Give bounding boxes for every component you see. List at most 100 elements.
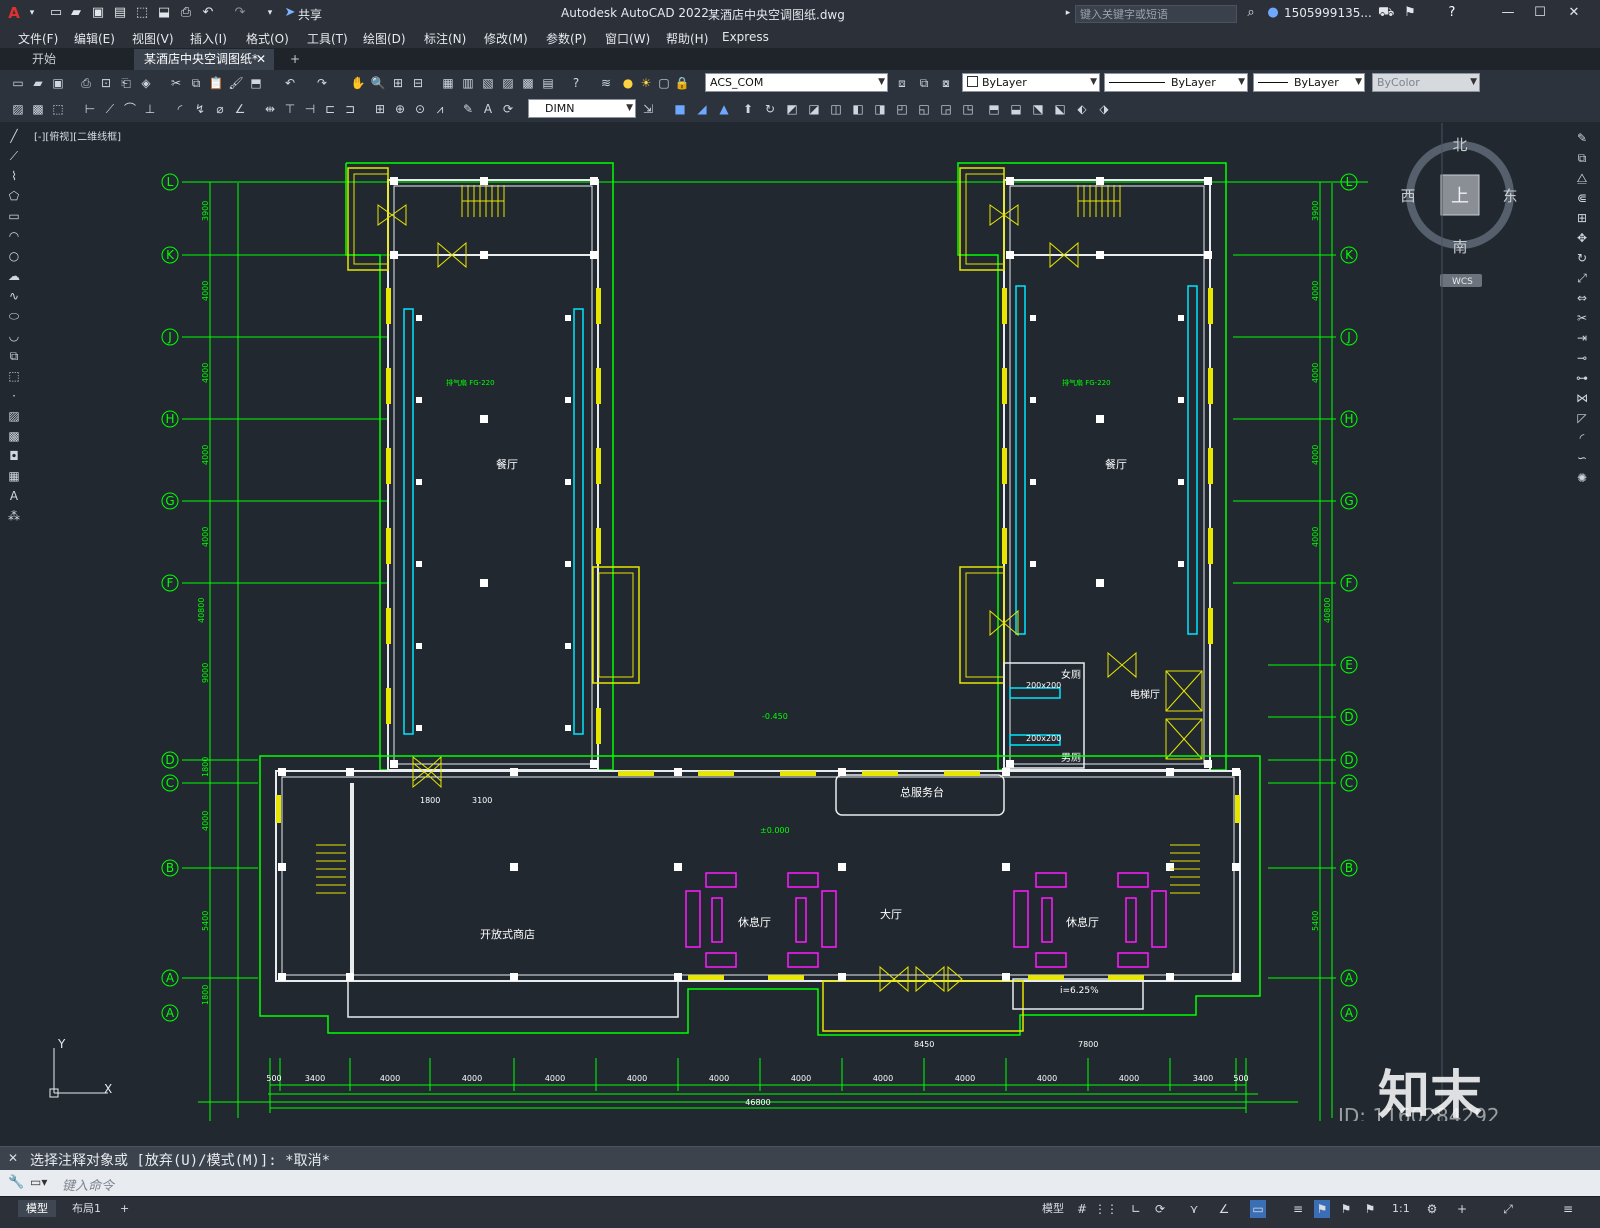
polygon-icon[interactable]: ⬠ (6, 188, 22, 204)
make-block-icon[interactable]: ⬚ (6, 368, 22, 384)
menu-item[interactable]: 修改(M) (484, 30, 528, 47)
matchprop-icon[interactable]: 🖌 (228, 75, 244, 91)
save-icon[interactable]: ▣ (90, 5, 106, 21)
rotate-icon[interactable]: ↻ (1574, 250, 1590, 266)
tab-model[interactable]: 模型 (18, 1200, 56, 1217)
zoom-window-icon[interactable]: ⊞ (390, 75, 406, 91)
fullscreen-icon[interactable]: ⤢ (1500, 1200, 1516, 1218)
customize-icon[interactable]: ≡ (1560, 1200, 1576, 1218)
trim-icon[interactable]: ✂ (1574, 310, 1590, 326)
menu-item[interactable]: 窗口(W) (605, 30, 650, 47)
menu-item[interactable]: 绘图(D) (363, 30, 406, 47)
command-line[interactable]: 🔧 ▭▾ 键入命令 (0, 1170, 1600, 1196)
design-center-icon[interactable]: ▥ (460, 75, 476, 91)
dim-style-manager-icon[interactable]: ⇲ (640, 101, 656, 117)
menu-item[interactable]: 帮助(H) (666, 30, 708, 47)
viewcube[interactable]: 上 北 南 东 西 WCS (1400, 136, 1518, 287)
layer-previous-icon[interactable]: ⧉ (916, 75, 932, 91)
annotation-scale-icon[interactable]: ⚑ (1362, 1200, 1378, 1218)
save-web-icon[interactable]: ⬓ (156, 5, 172, 21)
extrude-faces-icon[interactable]: ⬒ (986, 101, 1002, 117)
annotation-visibility-icon[interactable]: ⚑ (1314, 1200, 1330, 1218)
redo-icon[interactable]: ↷ (314, 75, 330, 91)
offset-icon[interactable]: ⋐ (1574, 190, 1590, 206)
interfere-icon[interactable]: ◫ (828, 101, 844, 117)
shell-icon[interactable]: ⬗ (1096, 101, 1112, 117)
erase-icon[interactable]: ✎ (1574, 130, 1590, 146)
open-folder-icon[interactable]: ▰ (68, 5, 84, 21)
cart-icon[interactable]: ⛟ (1378, 5, 1394, 21)
pan-icon[interactable]: ✋ (350, 75, 366, 91)
viewcube-east-label[interactable]: 东 (1502, 187, 1517, 205)
polar-icon[interactable]: ⟳ (1152, 1200, 1168, 1218)
help-icon[interactable]: ? (568, 75, 584, 91)
open-icon[interactable]: ▰ (30, 75, 46, 91)
slice-icon[interactable]: ◩ (784, 101, 800, 117)
copy-object-icon[interactable]: ⧉ (1574, 150, 1590, 166)
radius-dim-icon[interactable]: ◜ (172, 101, 188, 117)
tab-add-button[interactable]: + (284, 49, 306, 70)
new-file-icon[interactable]: ▭ (48, 5, 64, 21)
viewcube-south-label[interactable]: 南 (1452, 238, 1467, 256)
solid-cone-icon[interactable]: ▲ (716, 101, 732, 117)
aligned-dim-icon[interactable]: ⟋ (102, 101, 118, 117)
snap-icon[interactable]: ⋮⋮ (1094, 1200, 1118, 1218)
mirror-icon[interactable]: ⧋ (1574, 170, 1590, 186)
publish-icon[interactable]: ⎗ (118, 75, 134, 91)
scale-icon[interactable]: ⤢ (1574, 270, 1590, 286)
tool-palettes-icon[interactable]: ▧ (480, 75, 496, 91)
undo-icon[interactable]: ↶ (200, 5, 216, 21)
mtext-icon[interactable]: A (6, 488, 22, 504)
preview-icon[interactable]: ⊡ (98, 75, 114, 91)
join-icon[interactable]: ⋈ (1574, 390, 1590, 406)
extend-icon[interactable]: ⇥ (1574, 330, 1590, 346)
arc-icon[interactable]: ◠ (6, 228, 22, 244)
menu-item[interactable]: Express (722, 30, 769, 44)
color-dropdown[interactable]: ByLayer ▼ (962, 73, 1100, 92)
tab-close-icon[interactable]: ✕ (256, 49, 266, 70)
hatch-icon[interactable]: ▨ (6, 408, 22, 424)
viewcube-north-label[interactable]: 北 (1452, 136, 1467, 154)
explode-icon[interactable]: ✺ (1574, 470, 1590, 486)
jogged-linear-icon[interactable]: ⩘ (432, 101, 448, 117)
model-space-toggle[interactable]: 模型 (1034, 1200, 1072, 1217)
ordinate-dim-icon[interactable]: ⊥ (142, 101, 158, 117)
zoom-realtime-icon[interactable]: 🔍 (370, 75, 386, 91)
autocad-logo-icon[interactable]: A (6, 5, 22, 21)
extrude-icon[interactable]: ⬆ (740, 101, 756, 117)
save-as-icon[interactable]: ▤ (112, 5, 128, 21)
setup-view-icon[interactable]: ◨ (872, 101, 888, 117)
app-menu-arrow-icon[interactable]: ▾ (24, 5, 40, 21)
angular-dim-icon[interactable]: ∠ (232, 101, 248, 117)
menu-item[interactable]: 插入(I) (190, 30, 227, 47)
table-icon[interactable]: ▦ (6, 468, 22, 484)
polyline-icon[interactable]: ⌇ (6, 168, 22, 184)
menu-item[interactable]: 格式(O) (246, 30, 289, 47)
layer-properties-icon[interactable]: ≋ (598, 75, 614, 91)
isodraft-icon[interactable]: ⋎ (1186, 1200, 1202, 1218)
calculator-icon[interactable]: ▤ (540, 75, 556, 91)
grid-icon[interactable]: # (1074, 1200, 1090, 1218)
solid-box-icon[interactable]: ■ (672, 101, 688, 117)
menu-item[interactable]: 文件(F) (18, 30, 58, 47)
fillet-icon[interactable]: ◜ (1574, 430, 1590, 446)
rotate-faces-icon[interactable]: ⬖ (1074, 101, 1090, 117)
ellipse-arc-icon[interactable]: ◡ (6, 328, 22, 344)
union-icon[interactable]: ◱ (916, 101, 932, 117)
add-selected-icon[interactable]: ⁂ (6, 508, 22, 524)
open-web-icon[interactable]: ⬚ (134, 5, 150, 21)
tolerance-icon[interactable]: ⊞ (372, 101, 388, 117)
viewcube-west-label[interactable]: 西 (1400, 187, 1415, 205)
tab-drawing[interactable]: 某酒店中央空调图纸* (134, 49, 274, 70)
jogged-dim-icon[interactable]: ↯ (192, 101, 208, 117)
add-layout-button[interactable]: + (112, 1200, 137, 1217)
plus-icon[interactable]: + (1454, 1200, 1470, 1218)
chamfer-icon[interactable]: ◸ (1574, 410, 1590, 426)
lineweight-dropdown[interactable]: ByLayer ▼ (1253, 73, 1365, 92)
dim-update-icon[interactable]: ⟳ (500, 101, 516, 117)
gradient-icon[interactable]: ▩ (30, 101, 46, 117)
command-input[interactable]: 键入命令 (62, 1175, 114, 1194)
properties-icon[interactable]: ▦ (440, 75, 456, 91)
layer-freeze-icon[interactable]: ☀ (638, 75, 654, 91)
inspection-icon[interactable]: ⊙ (412, 101, 428, 117)
